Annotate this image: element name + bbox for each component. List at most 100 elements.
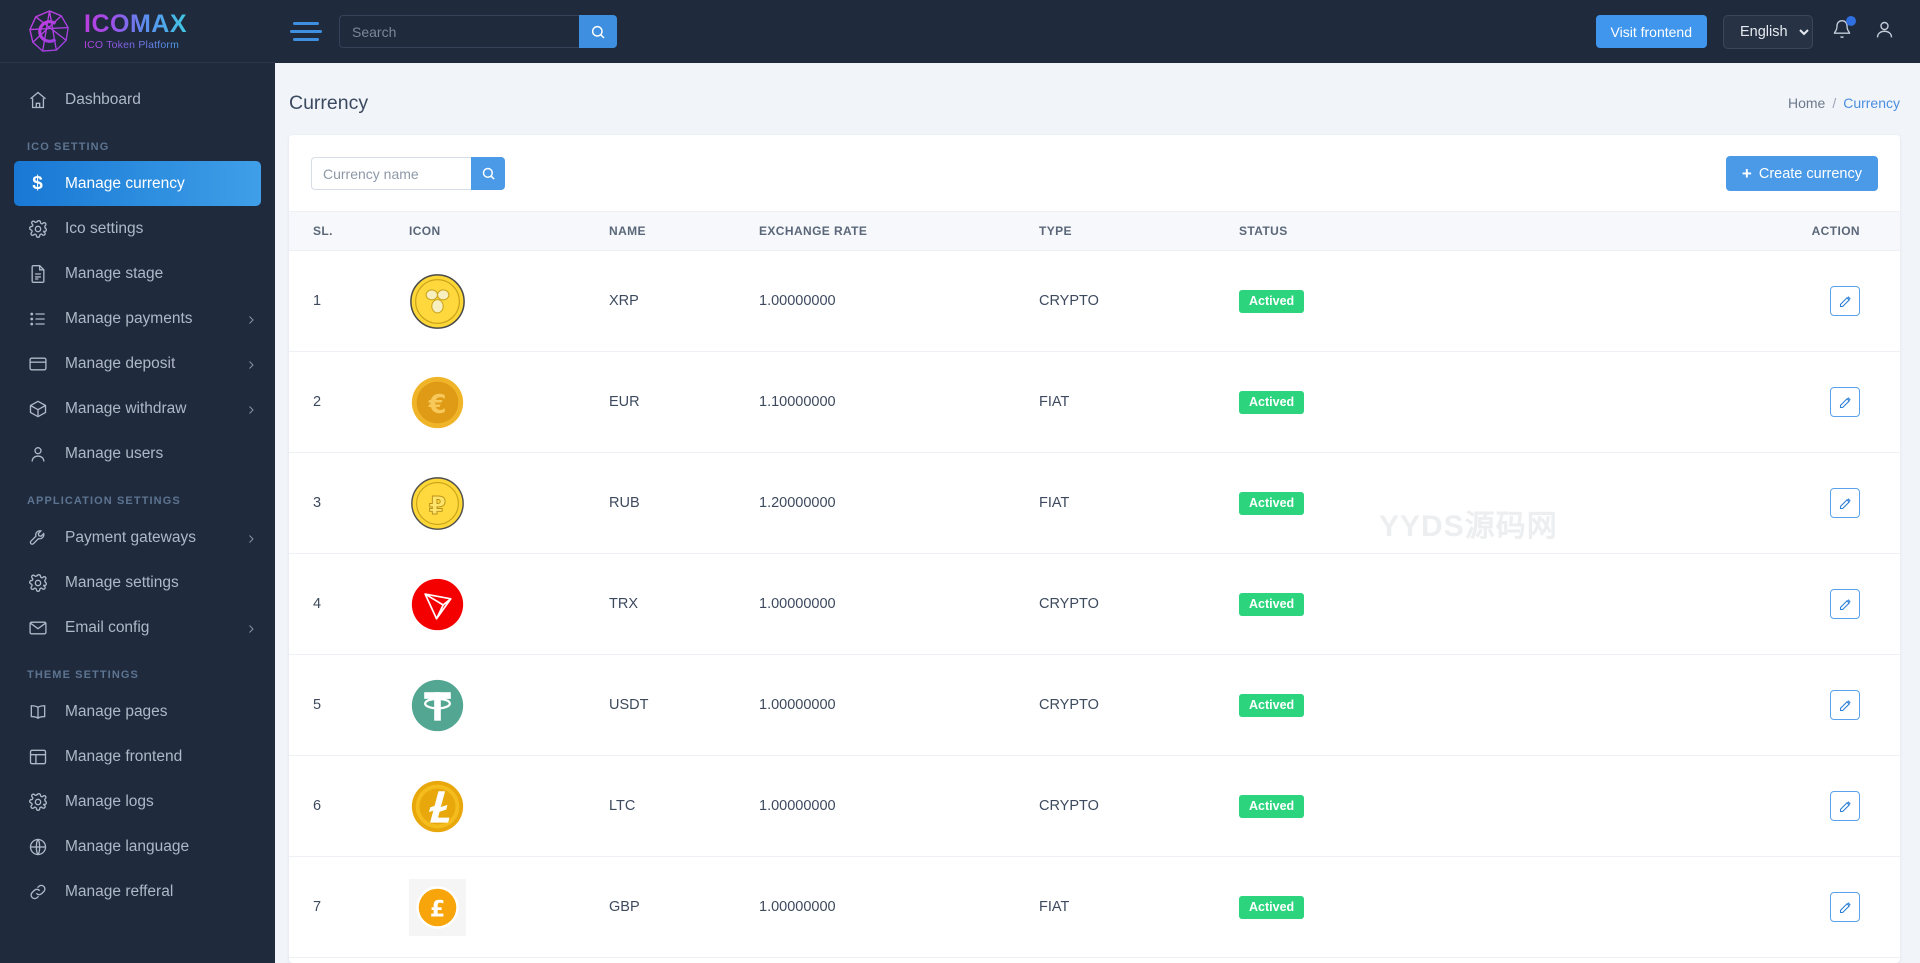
sidebar-item-manage-frontend[interactable]: Manage frontend (0, 734, 275, 779)
gear-icon-wrap (27, 572, 48, 593)
currency-card: + Create currency YYDS源码网 SL.ICONNAMEEXC… (289, 135, 1900, 963)
cell-exchange-rate: 1.00000000 (759, 250, 1039, 352)
sidebar-item-payment-gateways[interactable]: Payment gateways (0, 515, 275, 560)
eur-coin-icon: € (409, 374, 466, 431)
globe-icon-wrap (27, 836, 48, 857)
search-icon (591, 25, 605, 39)
sidebar-item-label: Manage deposit (65, 354, 176, 372)
cell-status: Actived (1239, 553, 1539, 655)
hamburger-icon[interactable] (275, 22, 327, 41)
link-icon-wrap (27, 881, 48, 902)
brand-subtitle: ICO Token Platform (84, 40, 187, 51)
cell-type: FIAT (1039, 856, 1239, 958)
sidebar-item-manage-withdraw[interactable]: Manage withdraw (0, 386, 275, 431)
cell-sl: 4 (289, 553, 409, 655)
sidebar-item-manage-refferal[interactable]: Manage refferal (0, 869, 275, 914)
brand-logo-block[interactable]: ICOMAX ICO Token Platform (0, 0, 275, 63)
book-icon (30, 704, 45, 719)
chevron-right-icon (245, 358, 257, 370)
sidebar-nav: Dashboard ICO SETTING $ Manage currency Ico … (0, 63, 275, 914)
column-header-icon: ICON (409, 211, 609, 251)
sidebar-item-manage-logs[interactable]: Manage logs (0, 779, 275, 824)
table-row: 4 TRX 1.00000000 CRYPTO Actived (289, 553, 1900, 655)
currency-search-button[interactable] (471, 157, 505, 190)
table-head: SL. ICON NAME EXCHANGE RATE TYPE STATUS ACTION (289, 211, 1900, 251)
breadcrumb-current[interactable]: Currency (1843, 95, 1900, 111)
edit-button[interactable] (1830, 286, 1860, 316)
sidebar-item-email-config[interactable]: Email config (0, 605, 275, 650)
column-header-status: STATUS (1239, 211, 1539, 251)
sidebar-section-title: THEME SETTINGS (27, 669, 139, 681)
sidebar-item-manage-payments[interactable]: Manage payments (0, 296, 275, 341)
column-header-sl: SL. (289, 211, 409, 251)
cell-type: CRYPTO (1039, 755, 1239, 857)
globe-icon (29, 838, 46, 855)
user-icon (1876, 21, 1893, 37)
sidebar-item-dashboard[interactable]: Dashboard (0, 77, 275, 122)
sidebar-item-manage-pages[interactable]: Manage pages (0, 689, 275, 734)
topbar-right: Visit frontend English (1595, 14, 1898, 49)
cell-status: Actived (1239, 654, 1539, 756)
edit-button[interactable] (1830, 690, 1860, 720)
edit-button[interactable] (1830, 488, 1860, 518)
breadcrumb-home[interactable]: Home (1788, 95, 1825, 111)
sidebar-item-manage-users[interactable]: Manage users (0, 431, 275, 476)
notification-badge-dot (1846, 16, 1856, 26)
wrench-icon (29, 529, 44, 545)
currency-name-input[interactable] (311, 157, 471, 190)
sidebar-item-label: Manage logs (65, 792, 154, 810)
sidebar-item-ico-settings[interactable]: Ico settings (0, 206, 275, 251)
sidebar-item-manage-deposit[interactable]: Manage deposit (0, 341, 275, 386)
search-input[interactable] (339, 15, 579, 48)
cell-name: LTC (609, 755, 759, 857)
cell-status: Actived (1239, 452, 1539, 554)
sidebar-item-manage-language[interactable]: Manage language (0, 824, 275, 869)
search-button[interactable] (579, 15, 617, 48)
edit-button[interactable] (1830, 589, 1860, 619)
cell-sl: 5 (289, 654, 409, 756)
notification-button[interactable] (1829, 16, 1856, 47)
breadcrumb-separator: / (1832, 95, 1837, 111)
icomax-gem-logo-icon (29, 9, 69, 52)
cell-action (1539, 654, 1900, 756)
cell-action (1539, 856, 1900, 958)
sidebar-item-label: Email config (65, 618, 150, 636)
sidebar-item-label: Manage users (65, 444, 164, 462)
cell-icon (409, 654, 609, 756)
cell-sl: 2 (289, 351, 409, 453)
sidebar-item-manage-stage[interactable]: Manage stage (0, 251, 275, 296)
cell-exchange-rate: 1.00000000 (759, 553, 1039, 655)
cell-exchange-rate: 1.10000000 (759, 351, 1039, 453)
trx-coin-icon (409, 576, 466, 633)
credit-card-icon (28, 357, 47, 370)
sidebar-item-manage-settings[interactable]: Manage settings (0, 560, 275, 605)
edit-button[interactable] (1830, 892, 1860, 922)
cell-type: CRYPTO (1039, 250, 1239, 352)
sidebar: ICOMAX ICO Token Platform Dashboard ICO S… (0, 0, 275, 963)
currency-table-wrap: YYDS源码网 SL. ICON NAME EXCHANGE RATE TYPE STAT… (289, 211, 1900, 958)
edit-icon (1839, 497, 1851, 509)
sidebar-item-label: Manage settings (65, 573, 179, 591)
global-search (339, 15, 617, 48)
credit-card-icon-wrap (27, 353, 48, 374)
status-badge: Actived (1239, 390, 1305, 414)
sidebar-item-manage-currency[interactable]: $ Manage currency (14, 161, 261, 206)
cell-status: Actived (1239, 250, 1539, 352)
cell-status: Actived (1239, 856, 1539, 958)
visit-frontend-button[interactable]: Visit frontend (1595, 15, 1707, 48)
sidebar-item-label: Manage refferal (65, 882, 174, 900)
usdt-coin-icon (409, 677, 466, 734)
svg-text:₽: ₽ (429, 490, 446, 519)
cell-name: EUR (609, 351, 759, 453)
language-select[interactable]: English (1723, 14, 1813, 49)
edit-button[interactable] (1830, 791, 1860, 821)
sidebar-item-label: Manage stage (65, 264, 164, 282)
profile-button[interactable] (1871, 16, 1898, 48)
home-icon-wrap (27, 89, 48, 110)
cell-action (1539, 755, 1900, 857)
cell-icon: € (409, 351, 609, 453)
create-currency-button[interactable]: + Create currency (1725, 156, 1878, 191)
edit-icon (1839, 800, 1851, 812)
column-header-type: TYPE (1039, 211, 1239, 251)
edit-button[interactable] (1830, 387, 1860, 417)
